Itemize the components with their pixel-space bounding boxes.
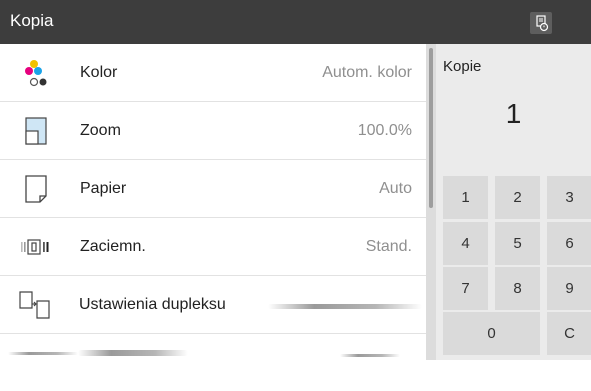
key-8[interactable]: 8 [495,267,540,310]
settings-scrollbar[interactable] [426,44,436,360]
copies-panel: Kopie 1 1 2 3 4 5 6 7 8 9 0 C [436,44,591,360]
setting-row-partial[interactable] [0,334,426,391]
setting-label: Kolor [80,64,118,81]
setting-value: Autom. kolor [322,64,412,81]
density-icon [21,239,49,255]
key-7[interactable]: 7 [443,267,488,310]
setting-row-duplex[interactable]: Ustawienia dupleksu [0,276,426,334]
key-3[interactable]: 3 [547,176,591,219]
setting-value: Auto [379,180,412,197]
clear-key[interactable]: C [547,312,591,355]
job-list-button[interactable] [530,12,552,34]
copies-count: 1 [505,98,522,129]
zoom-page-icon [25,117,47,145]
key-0[interactable]: 0 [443,312,540,355]
key-1[interactable]: 1 [443,176,488,219]
redacted-label [78,350,188,356]
setting-label: Zoom [80,122,121,139]
setting-row-papier[interactable]: Papier Auto [0,160,426,218]
redacted-value [268,304,422,309]
setting-row-zoom[interactable]: Zoom 100.0% [0,102,426,160]
setting-label: Zaciemn. [80,238,146,255]
duplex-icon [19,291,50,319]
color-dots-icon [25,60,47,87]
redacted-value [340,354,400,357]
paper-icon [25,175,47,203]
key-6[interactable]: 6 [547,222,591,265]
setting-label: Papier [80,180,127,197]
key-9[interactable]: 9 [547,267,591,310]
setting-label: Ustawienia dupleksu [79,296,226,313]
setting-row-zaciemn[interactable]: Zaciemn. Stand. [0,218,426,276]
key-5[interactable]: 5 [495,222,540,265]
key-4[interactable]: 4 [443,222,488,265]
settings-list: Kolor Autom. kolor Zoom 100.0% Papier Au… [0,44,426,360]
job-list-icon [536,15,549,32]
setting-value: 100.0% [357,122,412,139]
key-2[interactable]: 2 [495,176,540,219]
scrollbar-thumb[interactable] [429,48,433,208]
redacted-label [8,352,78,355]
setting-value: Stand. [365,238,412,255]
setting-row-kolor[interactable]: Kolor Autom. kolor [0,44,426,102]
page-title: Kopia [10,11,54,30]
copies-label: Kopie [443,58,482,75]
title-bar: Kopia [0,0,591,44]
